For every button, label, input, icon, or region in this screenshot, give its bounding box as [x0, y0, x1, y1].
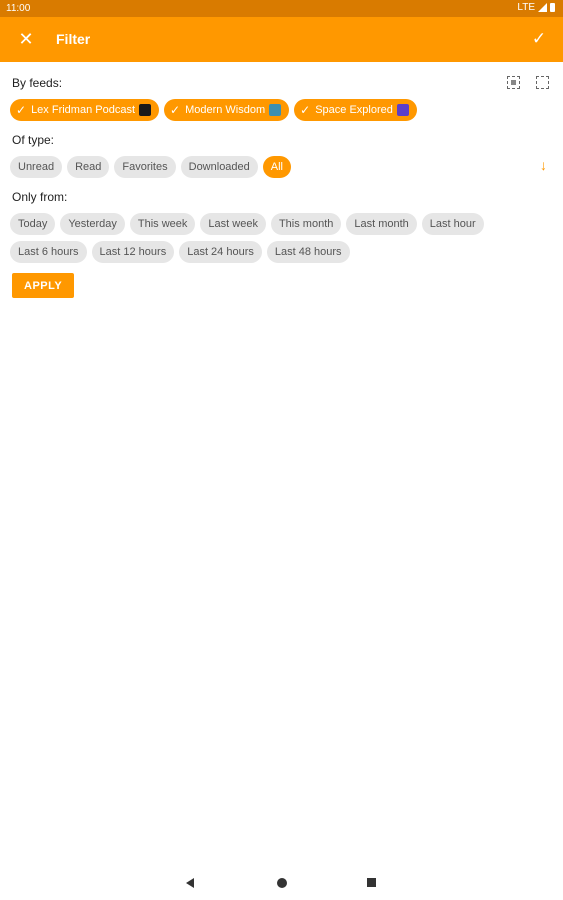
home-icon[interactable] [277, 878, 287, 888]
type-chip-favorites[interactable]: Favorites [114, 156, 176, 178]
status-time: 11:00 [6, 3, 31, 14]
podcast-thumbnail [139, 104, 151, 116]
arrow-down-icon[interactable]: ↓ [540, 157, 547, 173]
close-icon[interactable]: ✕ [16, 28, 36, 50]
deselect-all-icon[interactable] [536, 76, 549, 89]
time-chip[interactable]: Last hour [421, 213, 484, 235]
type-chip-all[interactable]: All [262, 156, 292, 178]
feed-chip-label: Modern Wisdom [185, 104, 266, 116]
time-chips-row2: Last 6 hours Last 12 hours Last 24 hours… [10, 241, 350, 263]
feed-chip-label: Space Explored [315, 104, 393, 116]
feed-chip[interactable]: ✓ Space Explored [294, 99, 417, 121]
check-icon: ✓ [300, 103, 311, 117]
status-bar: 11:00 LTE [0, 0, 563, 17]
check-icon: ✓ [16, 103, 27, 117]
time-chip[interactable]: Last month [346, 213, 417, 235]
app-bar: ✕ Filter ✓ [0, 17, 563, 62]
time-chips-row1: Today Yesterday This week Last week This… [10, 213, 484, 235]
recents-icon[interactable] [367, 878, 376, 887]
type-label: Of type: [12, 133, 55, 147]
navigation-bar [0, 866, 563, 900]
time-chip[interactable]: Last 48 hours [266, 241, 350, 263]
time-chip[interactable]: Last 24 hours [179, 241, 262, 263]
time-label: Only from: [12, 190, 68, 204]
battery-icon [550, 3, 555, 12]
feed-chip[interactable]: ✓ Lex Fridman Podcast [10, 99, 159, 121]
feed-chip-label: Lex Fridman Podcast [31, 104, 135, 116]
apply-button[interactable]: APPLY [12, 273, 75, 298]
type-chip-read[interactable]: Read [67, 156, 110, 178]
network-label: LTE [517, 2, 535, 13]
time-chip[interactable]: Last 12 hours [91, 241, 175, 263]
back-icon[interactable] [186, 878, 194, 888]
type-chip-unread[interactable]: Unread [10, 156, 63, 178]
signal-icon [538, 3, 547, 12]
page-title: Filter [56, 31, 91, 47]
podcast-thumbnail [269, 104, 282, 116]
status-icons: LTE [517, 2, 555, 13]
feed-chips: ✓ Lex Fridman Podcast ✓ Modern Wisdom ✓ … [10, 99, 417, 121]
check-icon: ✓ [170, 103, 181, 117]
time-chip[interactable]: Last 6 hours [10, 241, 87, 263]
time-chip[interactable]: This month [270, 213, 342, 235]
type-chips: Unread Read Favorites Downloaded All [10, 156, 292, 178]
feed-chip[interactable]: ✓ Modern Wisdom [164, 99, 290, 121]
check-icon[interactable]: ✓ [529, 28, 549, 50]
time-chip[interactable]: Yesterday [60, 213, 125, 235]
type-chip-downloaded[interactable]: Downloaded [180, 156, 258, 178]
time-chip[interactable]: Last week [200, 213, 266, 235]
select-all-icon[interactable] [507, 76, 520, 89]
time-chip[interactable]: Today [10, 213, 56, 235]
time-chip[interactable]: This week [129, 213, 196, 235]
feed-selection-icons [507, 76, 549, 89]
feeds-label: By feeds: [12, 76, 63, 90]
podcast-thumbnail [396, 104, 409, 116]
